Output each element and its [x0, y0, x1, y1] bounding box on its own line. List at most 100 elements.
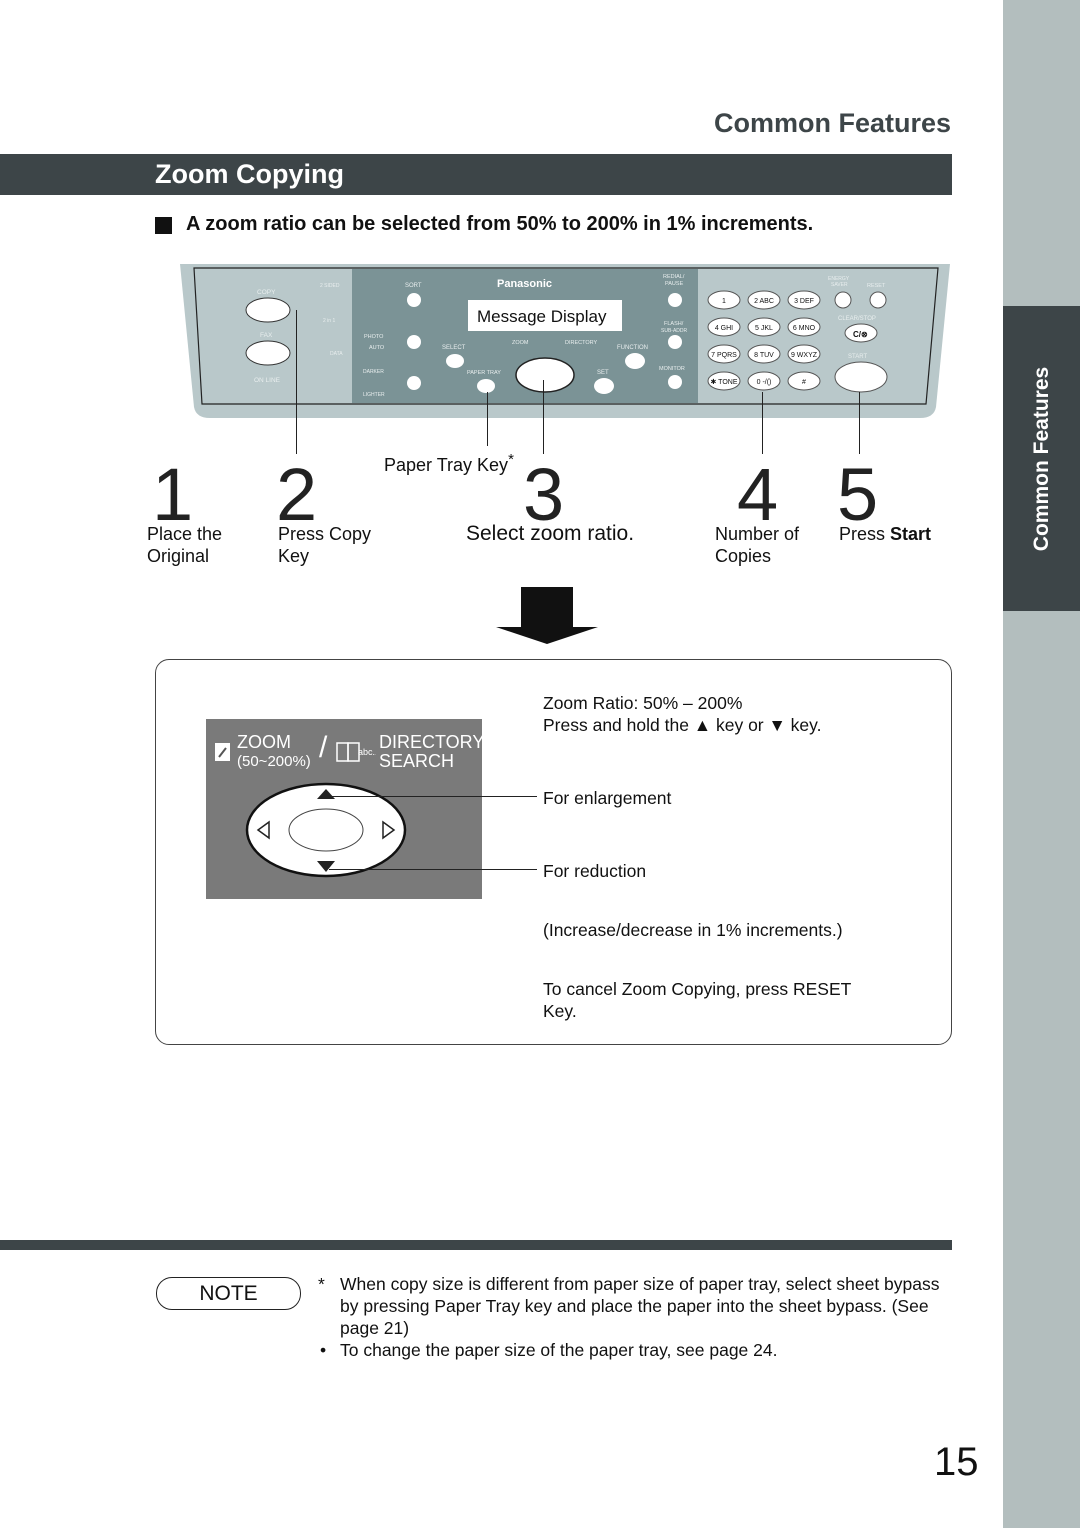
zoom-key-closeup: ZOOM (50~200%) / abc.. DIRECTORY SEARCH: [206, 719, 485, 899]
set-label: SET: [597, 370, 609, 376]
keypad-key-label: 7 PQRS: [711, 352, 737, 359]
two-sided-label: 2 SIDED: [320, 283, 340, 289]
data-label: DATA: [330, 351, 343, 357]
reduce-text: For reduction: [543, 861, 647, 881]
step-5-number: 5: [837, 453, 879, 536]
bullet-square-icon: [155, 217, 172, 234]
energy-saver-key[interactable]: [834, 291, 852, 309]
function-label: FUNCTION: [617, 345, 648, 351]
side-strip: [1003, 0, 1080, 1528]
copy-key[interactable]: [245, 297, 291, 323]
enlarge-text: For enlargement: [543, 788, 672, 808]
callout-line-number: [762, 392, 763, 454]
note-badge: NOTE: [156, 1277, 301, 1310]
photo-auto-key[interactable]: [407, 335, 421, 349]
photo-label: PHOTO: [364, 334, 384, 340]
flash-key[interactable]: [668, 335, 682, 349]
keypad-key-label: ✱ TONE: [710, 378, 737, 386]
redial-label: REDIAL/: [663, 274, 685, 280]
reset-label: RESET: [867, 283, 886, 289]
reduce-pointer-line: [329, 869, 537, 870]
keypad-key-label: 3 DEF: [794, 298, 814, 305]
step-2-label: Press Copy Key: [278, 524, 372, 566]
redial-key[interactable]: [668, 293, 682, 307]
callout-line-copy: [296, 310, 297, 454]
step-1-number: 1: [152, 453, 194, 536]
subaddr-label: SUB-ADDR: [661, 328, 688, 334]
step-1-label: Place the Original: [147, 524, 223, 566]
two-in-one-label: 2 in 1: [323, 318, 335, 324]
callout-line-zoom: [543, 380, 544, 454]
step-2-number: 2: [276, 453, 318, 536]
zoom-ratio-text: Zoom Ratio: 50% – 200% Press and hold the…: [543, 693, 822, 735]
callout-line-paper-tray: [487, 392, 488, 446]
select-key[interactable]: [446, 354, 464, 368]
keypad-key-label: 1: [722, 298, 726, 305]
callout-line-start: [859, 392, 860, 454]
title-bar: Zoom Copying: [0, 154, 952, 195]
keypad-key-label: 4 GHI: [715, 325, 733, 332]
keypad-key-label: 5 JKL: [755, 325, 773, 332]
note-bullet: •: [320, 1340, 327, 1360]
paper-tray-label: PAPER TRAY: [467, 370, 501, 376]
pause-label: PAUSE: [665, 281, 684, 287]
down-arrow-icon: [496, 587, 598, 644]
step-3-number: 3: [523, 453, 565, 536]
keypad-key-label: 6 MNO: [793, 325, 816, 332]
keypad-key-label: 9 WXYZ: [791, 352, 818, 359]
paper-tray-callout: Paper Tray Key*: [384, 451, 514, 475]
sort-key[interactable]: [407, 293, 421, 307]
message-display-text: Message Display: [477, 307, 607, 326]
page-title: Zoom Copying: [155, 159, 344, 189]
directory-book-icon: abc..: [336, 742, 376, 762]
step-4-label: Number of Copies: [715, 524, 800, 566]
zoom-label: ZOOM: [512, 340, 529, 346]
note-asterisk: *: [318, 1274, 325, 1294]
set-key[interactable]: [594, 378, 614, 394]
cancel-text: To cancel Zoom Copying, press RESET Key.: [543, 979, 852, 1021]
page-number: 15: [934, 1440, 979, 1484]
fax-label: FAX: [260, 332, 273, 339]
footer-bar: [0, 1240, 952, 1250]
step-3-label: Select zoom ratio.: [466, 522, 635, 545]
note-item-1: When copy size is different from paper s…: [340, 1274, 940, 1338]
manual-page: Common Features Common Features Zoom Cop…: [0, 0, 1080, 1528]
keypad-key-label: 8 TUV: [754, 352, 774, 359]
step-4-number: 4: [737, 453, 779, 536]
function-key[interactable]: [625, 353, 645, 369]
lighter-label: LIGHTER: [363, 392, 385, 398]
side-tab: Common Features: [1003, 306, 1080, 611]
increments-text: (Increase/decrease in 1% increments.): [543, 920, 843, 940]
start-key[interactable]: [834, 361, 888, 393]
reset-key[interactable]: [869, 291, 887, 309]
monitor-key[interactable]: [668, 375, 682, 389]
keypad-key-label: 2 ABC: [754, 298, 774, 305]
flash-label: FLASH/: [664, 321, 684, 327]
directory-search-label: DIRECTORY SEARCH: [379, 732, 485, 771]
zoom-icon: [215, 743, 230, 761]
keypad-key-label: #: [802, 379, 806, 386]
contrast-key[interactable]: [407, 376, 421, 390]
monitor-label: MONITOR: [659, 366, 685, 372]
zoom-label: ZOOM (50~200%): [237, 732, 311, 771]
sort-label: SORT: [405, 283, 422, 289]
clear-stop-key-label: C/⊗: [853, 330, 868, 339]
online-label: ON LINE: [254, 377, 281, 384]
svg-text:abc..: abc..: [358, 747, 376, 757]
step-5-label: Press Start: [839, 524, 932, 544]
fax-key[interactable]: [245, 340, 291, 366]
note-item-2: To change the paper size of the paper tr…: [340, 1340, 778, 1360]
lead-heading: A zoom ratio can be selected from 50% to…: [186, 213, 814, 235]
navigation-key[interactable]: [515, 357, 575, 393]
copy-label: COPY: [257, 289, 276, 296]
keypad-key-label: 0 -/(): [757, 379, 772, 386]
select-label: SELECT: [442, 345, 466, 351]
start-label: START: [848, 354, 867, 360]
section-header: Common Features: [713, 108, 951, 138]
brand-logo: Panasonic: [497, 278, 552, 290]
auto-label: AUTO: [369, 345, 385, 351]
clear-stop-label: CLEAR/STOP: [838, 316, 876, 322]
paper-tray-key[interactable]: [477, 379, 495, 393]
darker-label: DARKER: [363, 369, 384, 375]
saver-label: SAVER: [831, 282, 848, 288]
